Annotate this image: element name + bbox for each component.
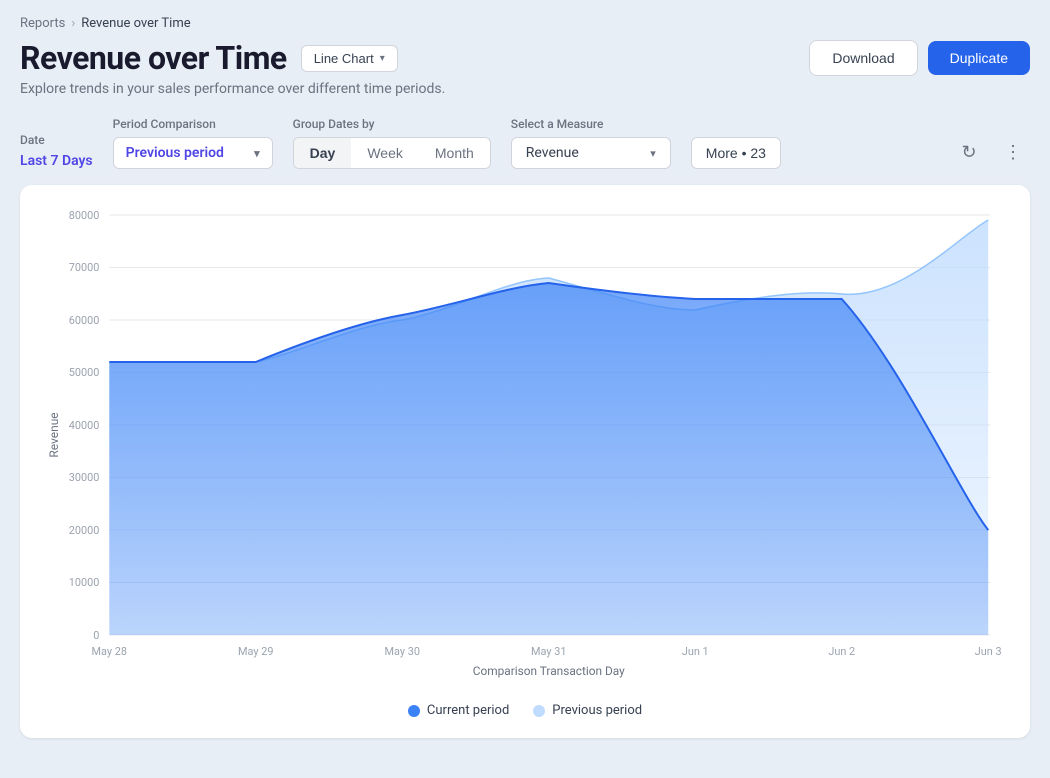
page-header: Revenue over Time Line Chart ▾ Download … [20,39,1030,77]
more-filter-group: x More • 23 [691,117,781,169]
svg-text:40000: 40000 [69,419,100,432]
filter-actions: ↻ ⋮ [952,135,1030,169]
measure-filter-select[interactable]: Revenue ▾ [511,137,671,169]
breadcrumb-current: Revenue over Time [81,16,190,31]
chevron-down-icon: ▾ [380,53,385,64]
measure-filter-label: Select a Measure [511,117,671,131]
more-options-button[interactable]: ⋮ [996,135,1030,169]
date-filter-value[interactable]: Last 7 Days [20,153,93,169]
svg-text:May 31: May 31 [531,645,566,658]
header-actions: Download Duplicate [809,40,1030,76]
group-dates-buttons: Day Week Month [293,137,491,169]
download-button[interactable]: Download [809,40,917,76]
group-dates-filter-group: Group Dates by Day Week Month [293,117,491,169]
more-filters-button[interactable]: More • 23 [691,137,781,169]
measure-filter-value: Revenue [526,145,579,161]
period-filter-value: Previous period [126,145,224,161]
breadcrumb-parent[interactable]: Reports [20,16,65,31]
date-filter-label: Date [20,133,93,147]
measure-filter-group: Select a Measure Revenue ▾ [511,117,671,169]
svg-text:20000: 20000 [69,524,100,537]
group-btn-month[interactable]: Month [419,138,490,168]
svg-text:50000: 50000 [69,366,100,379]
breadcrumb-separator: › [71,16,75,31]
measure-chevron-icon: ▾ [650,147,656,160]
revenue-chart: 0 10000 20000 30000 40000 50000 60000 70… [40,205,1010,695]
svg-text:Revenue: Revenue [47,412,61,457]
date-filter-group: Date Last 7 Days [20,133,93,169]
chart-container: 0 10000 20000 30000 40000 50000 60000 70… [20,185,1030,738]
svg-text:70000: 70000 [69,261,100,274]
chart-legend: Current period Previous period [40,703,1010,718]
svg-text:10000: 10000 [69,576,100,589]
svg-text:60000: 60000 [69,314,100,327]
svg-text:Jun 3: Jun 3 [975,645,1002,658]
legend-current: Current period [408,703,509,718]
legend-previous-label: Previous period [552,703,642,718]
current-period-area [109,283,988,635]
breadcrumb: Reports › Revenue over Time [20,16,1030,31]
svg-text:Jun 2: Jun 2 [828,645,855,658]
duplicate-button[interactable]: Duplicate [928,41,1030,75]
refresh-button[interactable]: ↻ [952,135,986,169]
period-filter-group: Period Comparison Previous period ▾ [113,117,273,169]
svg-text:0: 0 [93,629,99,642]
legend-current-dot [408,705,420,717]
period-filter-label: Period Comparison [113,117,273,131]
chart-type-selector[interactable]: Line Chart ▾ [301,45,398,72]
svg-text:May 28: May 28 [92,645,127,658]
group-dates-label: Group Dates by [293,117,491,131]
legend-previous-dot [533,705,545,717]
period-filter-select[interactable]: Previous period ▾ [113,137,273,169]
chart-area: 0 10000 20000 30000 40000 50000 60000 70… [40,205,1010,695]
page-title: Revenue over Time [20,39,287,77]
svg-text:30000: 30000 [69,471,100,484]
page-header-left: Revenue over Time Line Chart ▾ [20,39,398,77]
svg-text:May 30: May 30 [385,645,420,658]
legend-previous: Previous period [533,703,642,718]
refresh-icon: ↻ [961,142,976,163]
svg-text:Comparison Transaction Day: Comparison Transaction Day [473,664,625,678]
page-subtitle: Explore trends in your sales performance… [20,81,1030,97]
group-btn-day[interactable]: Day [294,138,352,168]
period-chevron-icon: ▾ [254,147,260,160]
group-btn-week[interactable]: Week [351,138,419,168]
svg-text:May 29: May 29 [238,645,273,658]
svg-text:80000: 80000 [69,209,100,222]
chart-type-label: Line Chart [314,51,374,66]
filters-bar: Date Last 7 Days Period Comparison Previ… [20,117,1030,169]
ellipsis-icon: ⋮ [1004,142,1022,163]
svg-text:Jun 1: Jun 1 [682,645,709,658]
legend-current-label: Current period [427,703,509,718]
